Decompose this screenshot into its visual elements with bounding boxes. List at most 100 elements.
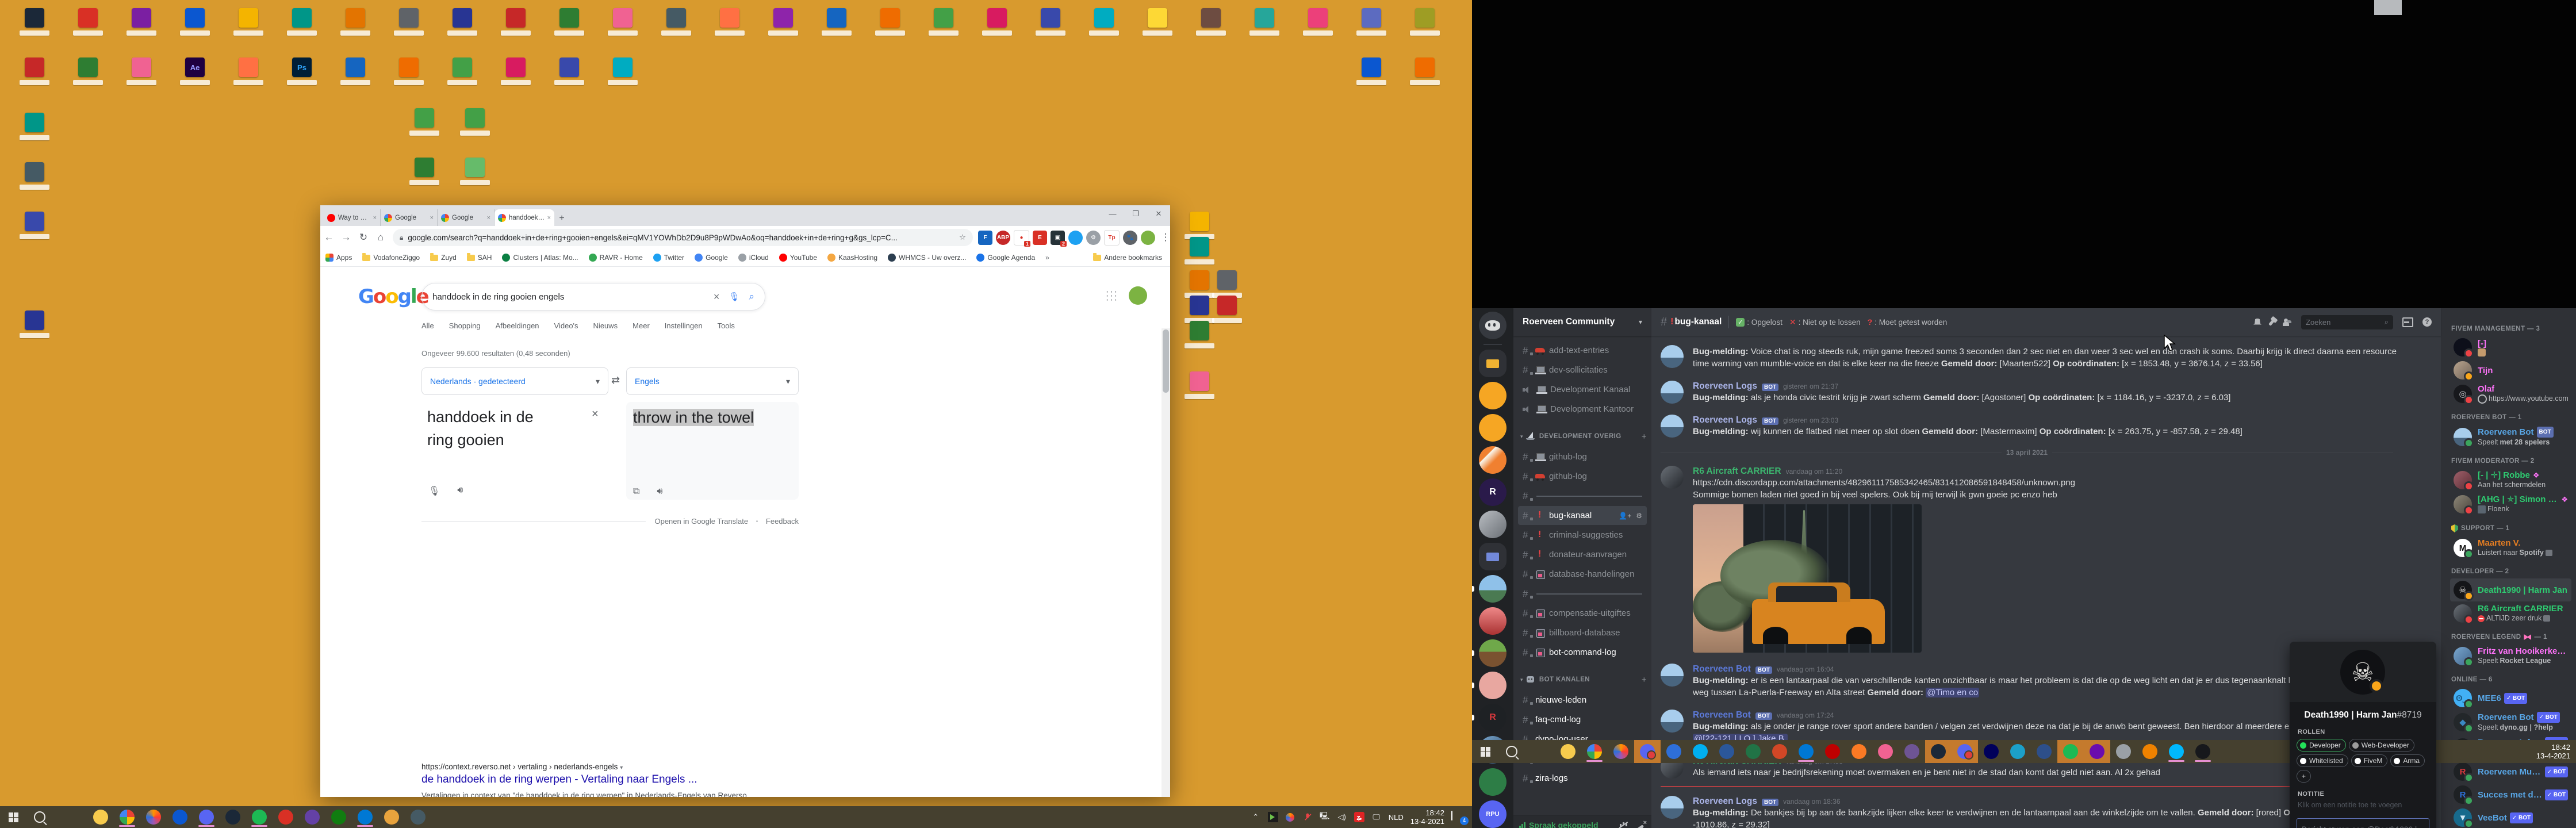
channel-item[interactable]: # [1518,584,1647,603]
taskbar-app-icon[interactable] [246,806,273,828]
desktop-icon[interactable] [975,8,1019,46]
message-author[interactable]: R6 Aircraft CARRIER [1693,466,1781,477]
role-pill[interactable]: FiveM [2351,754,2388,767]
role-pill[interactable]: Whitelisted [2297,754,2348,767]
add-role-button[interactable]: + [2297,770,2311,783]
extension-icon[interactable]: ●1 [1014,230,1029,246]
noise-suppression-icon[interactable] [1620,822,1629,828]
desktop-icon[interactable] [13,162,56,200]
remote-desktop-tray-icon[interactable]: 🖵︎ [1371,812,1382,822]
member-item[interactable]: ʘ‿ MEE6 ✓ BOT [2450,687,2571,710]
channel-item[interactable]: # zira-logs [1518,769,1647,788]
extension-icon[interactable]: Tp [1104,230,1120,246]
channel-item[interactable]: # add-text-entries [1518,341,1647,360]
minimize-button[interactable]: — [1101,205,1124,223]
avira-tray-icon[interactable]: ʑ [1354,812,1364,822]
taskbar-app-icon[interactable] [1952,740,1978,763]
member-item[interactable]: ▼ VeeBot ✓ BOT [2450,806,2571,828]
tab-close-icon[interactable]: × [487,214,490,221]
bookmark-item[interactable]: VodafoneZiggo [362,254,420,262]
server-icon[interactable] [1479,639,1506,667]
message-avatar[interactable] [1661,345,1684,368]
message-link[interactable]: https://cdn.discordapp.com/attachments/4… [1693,477,2393,489]
desktop-icon[interactable] [601,8,645,46]
message-author[interactable]: Roerveen Bot [1693,664,1751,674]
member-avatar[interactable] [2454,361,2472,379]
bookmark-item[interactable]: Google Agenda [976,254,1035,262]
swap-languages-icon[interactable]: ⇄ [611,374,620,386]
back-icon[interactable]: ← [320,229,338,246]
taskbar-app-icon[interactable] [2031,740,2057,763]
member-item[interactable]: [-] [2450,336,2571,359]
taskbar-app-icon[interactable] [114,806,140,828]
member-item[interactable]: [- | ✛] Robbe ❖ Aan het schermdelen [2450,468,2571,492]
taskbar-app-icon[interactable] [2163,740,2190,763]
listen-icon[interactable]: 🔊︎ [457,485,463,497]
role-pill[interactable]: Developer [2297,739,2346,752]
result-title-link[interactable]: de handdoek in de ring werpen - Vertalin… [421,773,789,786]
member-item[interactable]: M Maarten V. [2450,536,2571,560]
taskbar-app-icon[interactable] [87,806,114,828]
inbox-icon[interactable] [2402,317,2413,327]
channel-item[interactable]: Development Kanaal [1518,380,1647,399]
channel-item[interactable]: # criminal-suggesties [1518,526,1647,545]
server-icon[interactable] [1479,768,1506,796]
server-icon[interactable]: R [1479,478,1506,506]
adblock-icon[interactable]: ABP [996,231,1010,245]
desktop-icon[interactable] [227,8,270,46]
close-button[interactable]: ✕ [1147,205,1170,223]
message-avatar[interactable] [1661,664,1684,687]
clear-icon[interactable]: × [714,291,720,303]
taskbar-app-icon[interactable] [352,806,378,828]
taskbar-app-icon[interactable] [405,806,431,828]
desktop-icon[interactable] [173,8,217,46]
channel-item[interactable]: # bot-command-log [1518,643,1647,662]
member-item[interactable]: ◆ Roerveen Bot ✓ BOT [2450,710,2571,735]
result-tab[interactable]: Instellingen [665,321,703,336]
result-tab[interactable]: Tools [718,321,735,336]
channel-item[interactable]: # github-log [1518,447,1647,466]
device-tray-icon[interactable]: 🖳︎ [1320,812,1330,822]
new-tab-button[interactable]: + [554,211,569,226]
tray-expand-icon[interactable]: ⌃ [1251,812,1261,822]
account-avatar[interactable] [1129,286,1147,305]
member-avatar[interactable]: M [2454,539,2472,557]
taskbar-app-icon[interactable] [1634,740,1661,763]
member-avatar[interactable]: ☠ [2454,581,2472,599]
server-icon[interactable]: R [1479,704,1506,731]
desktop-icon[interactable] [494,57,538,95]
member-avatar[interactable]: ◎ [2454,385,2472,403]
desktop-icon[interactable] [1082,8,1126,46]
channel-item[interactable]: # database-handelingen [1518,565,1647,584]
feedback-link[interactable]: Feedback [766,517,799,526]
browser-tab[interactable]: Google × [381,209,438,226]
member-avatar[interactable] [2454,428,2472,446]
server-icon[interactable] [1479,575,1506,603]
channel-item[interactable]: # github-log [1518,467,1647,486]
desktop-icon[interactable] [13,212,56,250]
member-item[interactable]: [AHG | ✯] Simon T. ... ❖ Floenk [2450,492,2571,516]
desktop-icon[interactable] [334,8,377,46]
extension-icon[interactable]: 🐾 [1123,231,1137,245]
server-icon[interactable] [1479,543,1506,570]
translation-text[interactable]: throw in the towel [633,409,754,426]
channel-item[interactable]: # donateur-aanvragen [1518,545,1647,564]
taskbar-app-icon[interactable] [2057,740,2084,763]
channel-item[interactable]: # bot-testkanaal [1518,788,1647,791]
desktop-icon[interactable] [13,310,56,348]
taskbar-app-icon[interactable] [1872,740,1899,763]
desktop-icon[interactable] [120,8,163,46]
extension-icon[interactable]: E [1033,231,1047,245]
discord-search-input[interactable]: Zoeken⌕ [2301,315,2393,329]
discord-home-button[interactable] [1479,312,1506,339]
desktop-icon[interactable] [1189,8,1233,46]
search-icon[interactable]: ⌕ [749,291,754,302]
clear-source-icon[interactable]: × [592,408,599,421]
desktop-icon[interactable] [1403,8,1447,46]
desktop-icon[interactable] [922,8,965,46]
member-item[interactable]: R Roerveen Muzie... ✓ BOT [2450,760,2571,783]
desktop-icon[interactable] [1243,8,1286,46]
channel-item[interactable]: # [1518,486,1647,505]
message-image-attachment[interactable] [1693,504,1922,653]
taskbar-app-icon[interactable] [1899,740,1925,763]
